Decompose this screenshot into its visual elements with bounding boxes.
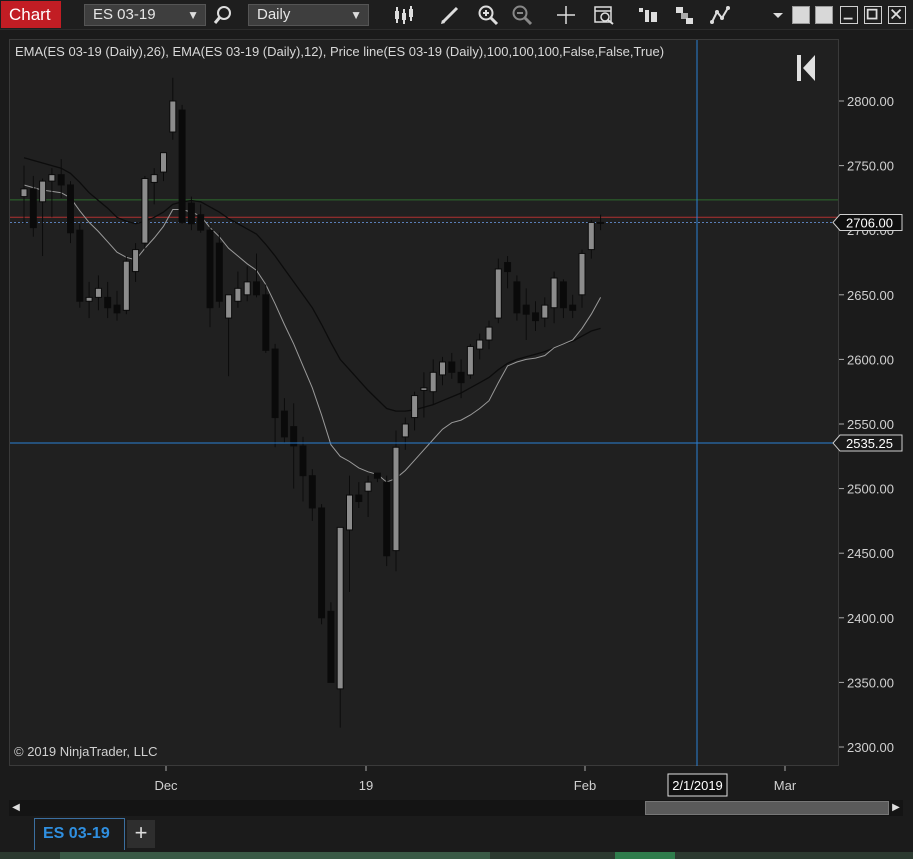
add-tab-button[interactable]: + (127, 820, 155, 848)
candle-body (587, 221, 595, 251)
candle-body (411, 395, 419, 419)
price-tick-label: 2300.00 (847, 740, 894, 755)
candle-body (550, 277, 558, 309)
candle-body (169, 100, 177, 133)
candle-body (494, 268, 502, 319)
candle-body (67, 184, 74, 234)
candle-body (29, 188, 37, 229)
candle-body (457, 371, 465, 384)
candles (20, 77, 605, 728)
price-tick-label: 2350.00 (847, 675, 894, 690)
candle-body (280, 410, 288, 438)
candle-body (420, 387, 428, 391)
candle-body (513, 281, 521, 314)
candle-body (522, 304, 530, 315)
candle-body (271, 348, 279, 419)
candle-body (373, 472, 381, 479)
candle-body (57, 174, 65, 186)
indicator-label: EMA(ES 03-19 (Daily),26), EMA(ES 03-19 (… (15, 44, 665, 59)
time-tick-label: Feb (574, 778, 596, 793)
scroll-thumb[interactable] (645, 801, 889, 815)
price-tick-label: 2500.00 (847, 482, 894, 497)
candle-body (597, 221, 605, 224)
price-tick-label: 2600.00 (847, 352, 894, 367)
tab-es-03-19[interactable]: ES 03-19 (34, 818, 125, 850)
price-tick-label: 2800.00 (847, 94, 894, 109)
candle-body (559, 281, 567, 309)
candle-body (318, 507, 326, 619)
scroll-left-icon[interactable]: ◀ (9, 800, 23, 816)
candle-body (122, 260, 130, 311)
candle-body (85, 296, 93, 302)
crosshair-date-label: 2/1/2019 (672, 778, 723, 793)
candle-body (234, 287, 242, 302)
candle-body (336, 526, 344, 690)
candle-body (364, 481, 372, 492)
candle-body (532, 312, 539, 322)
candle-body (299, 445, 307, 477)
price-tick-label: 2400.00 (847, 611, 894, 626)
candle-body (346, 494, 353, 531)
candle-body (243, 281, 251, 296)
candle-body (262, 294, 270, 351)
candle-body (541, 304, 549, 319)
candle-body (448, 361, 456, 373)
candle-body (466, 345, 474, 376)
price-tick-label: 2650.00 (847, 288, 894, 303)
candle-body (578, 252, 586, 296)
price-tick-label: 2550.00 (847, 417, 894, 432)
candle-body (401, 423, 409, 438)
candle-body (569, 304, 577, 311)
candle-body (439, 361, 446, 376)
collapse-panel-icon[interactable] (795, 53, 819, 83)
price-tick-label: 2450.00 (847, 546, 894, 561)
candle-body (113, 304, 121, 314)
candle-body (76, 229, 84, 302)
candle-body (429, 371, 437, 393)
scroll-right-icon[interactable]: ▶ (889, 800, 903, 816)
candle-body (206, 229, 214, 309)
copyright-text: © 2019 NinjaTrader, LLC (14, 744, 158, 759)
candle-body (485, 326, 493, 341)
price-tick-label: 2750.00 (847, 159, 894, 174)
time-tick-label: 19 (359, 778, 373, 793)
price-chart[interactable]: 2800.002750.002700.002650.002600.002550.… (0, 0, 913, 800)
candle-body (355, 494, 363, 503)
candle-body (160, 152, 167, 173)
candle-body (215, 242, 223, 302)
candle-body (225, 294, 233, 319)
candle-body (141, 178, 149, 244)
candle-body (104, 296, 112, 309)
horizontal-scrollbar[interactable]: ◀ ▶ (9, 800, 903, 816)
last-price-label: 2706.00 (846, 215, 893, 230)
candle-body (187, 202, 195, 225)
time-tick-label: Dec (154, 778, 178, 793)
candle-body (197, 214, 205, 231)
candle-body (392, 446, 400, 552)
candle-body (132, 249, 140, 273)
candle-body (150, 174, 158, 183)
candle-body (383, 481, 391, 557)
candle-body (178, 109, 186, 223)
candle-body (20, 188, 28, 198)
candle-body (253, 281, 260, 296)
candle-body (327, 610, 335, 683)
ema12-line (23, 184, 602, 483)
candle-body (308, 475, 316, 509)
crosshair-price-label: 2535.25 (846, 436, 893, 451)
candle-body (48, 174, 56, 182)
candle-body (39, 180, 47, 203)
candle-body (476, 339, 484, 350)
status-bar (0, 852, 913, 859)
candle-body (504, 262, 512, 273)
tab-bar: ES 03-19 + (0, 818, 913, 852)
time-tick-label: Mar (774, 778, 797, 793)
candle-body (94, 287, 102, 298)
